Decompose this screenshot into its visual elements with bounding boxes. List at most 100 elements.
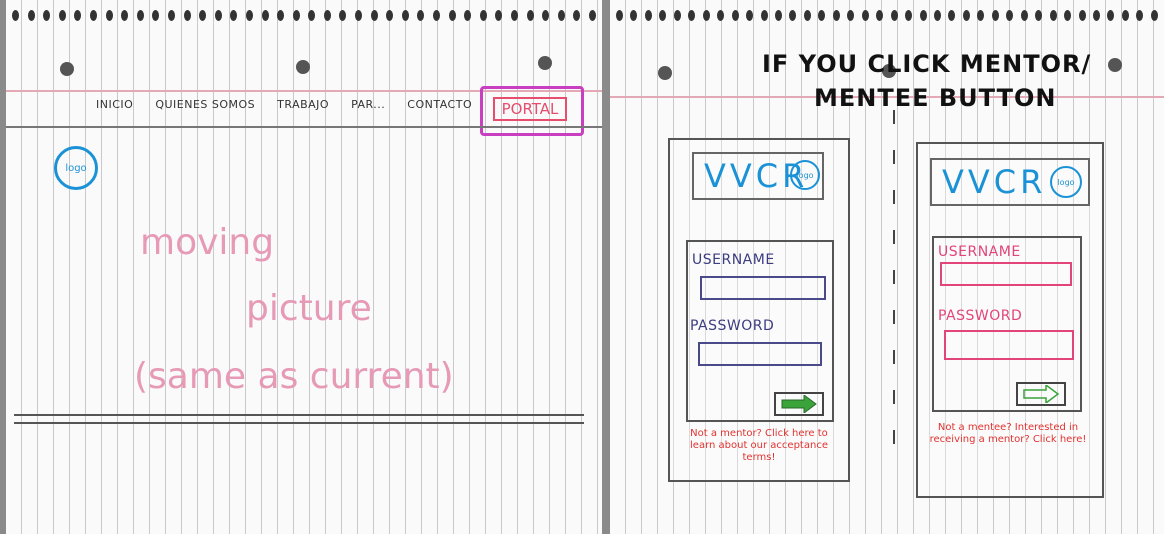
- binder-hole: [296, 60, 310, 74]
- login-form: USERNAME PASSWORD: [686, 240, 834, 422]
- spiral-ring: [152, 10, 160, 21]
- mentee-login-card: VVCR logo USERNAME PASSWORD Not a mentee…: [916, 142, 1104, 498]
- spiral-binding: [12, 10, 596, 22]
- spiral-ring: [261, 10, 269, 21]
- spiral-ring: [717, 10, 725, 21]
- spiral-ring: [355, 10, 363, 21]
- spiral-ring: [890, 10, 898, 21]
- nav-underline: [6, 126, 602, 128]
- password-input[interactable]: [944, 330, 1074, 360]
- spiral-ring: [121, 10, 129, 21]
- username-input[interactable]: [700, 276, 826, 300]
- hero-text-line-3: (same as current): [134, 356, 454, 397]
- spiral-ring: [588, 10, 596, 21]
- spiral-ring: [479, 10, 487, 21]
- spiral-ring: [905, 10, 913, 21]
- spiral-ring: [847, 10, 855, 21]
- spiral-ring: [58, 10, 66, 21]
- brand-name: VVCR: [942, 163, 1047, 201]
- password-input[interactable]: [698, 342, 822, 366]
- spiral-ring: [1006, 10, 1014, 21]
- portal-button-label: PORTAL: [493, 97, 567, 121]
- spiral-ring: [731, 10, 739, 21]
- homepage-sketch: INICIO QUIENES SOMOS TRABAJO PAR... CONT…: [6, 0, 602, 534]
- spiral-ring: [746, 10, 754, 21]
- hero-bottom-rule: [14, 422, 584, 424]
- mentee-info-link[interactable]: Not a mentee? Interested in receiving a …: [924, 422, 1092, 446]
- username-input[interactable]: [940, 262, 1072, 286]
- mentor-login-card: VVCR logo USERNAME PASSWORD Not a mentor…: [668, 138, 850, 482]
- nav-bar: INICIO QUIENES SOMOS TRABAJO PAR... CONT…: [66, 98, 472, 111]
- spiral-ring: [803, 10, 811, 21]
- spiral-ring: [1121, 10, 1129, 21]
- spiral-ring: [760, 10, 768, 21]
- arrow-right-icon: [1023, 385, 1060, 403]
- heading-line-1: IF YOU CLICK MENTOR/: [762, 50, 1092, 78]
- spiral-ring: [1078, 10, 1086, 21]
- spiral-ring: [199, 10, 207, 21]
- spiral-ring: [386, 10, 394, 21]
- login-form: USERNAME PASSWORD: [932, 236, 1082, 412]
- username-label: USERNAME: [692, 252, 775, 268]
- spiral-ring: [557, 10, 565, 21]
- nav-item-par[interactable]: PAR...: [351, 98, 385, 111]
- nav-item-trabajo[interactable]: TRABAJO: [277, 98, 329, 111]
- spiral-ring: [1092, 10, 1100, 21]
- spiral-ring: [688, 10, 696, 21]
- spiral-ring: [214, 10, 222, 21]
- binder-hole: [538, 56, 552, 70]
- spiral-ring: [818, 10, 826, 21]
- spiral-ring: [1035, 10, 1043, 21]
- spiral-ring: [616, 10, 623, 21]
- spiral-ring: [167, 10, 175, 21]
- spiral-ring: [526, 10, 534, 21]
- spiral-ring: [136, 10, 144, 21]
- spiral-ring: [448, 10, 456, 21]
- spiral-ring: [630, 10, 638, 21]
- spiral-ring: [861, 10, 869, 21]
- brand-box: VVCR logo: [692, 152, 824, 200]
- submit-button[interactable]: [1016, 382, 1066, 406]
- spiral-ring: [323, 10, 331, 21]
- spiral-ring: [832, 10, 840, 21]
- spiral-ring: [495, 10, 503, 21]
- spiral-ring: [876, 10, 884, 21]
- spiral-ring: [183, 10, 191, 21]
- spiral-ring: [1020, 10, 1028, 21]
- spiral-ring: [1150, 10, 1158, 21]
- spiral-ring: [1064, 10, 1072, 21]
- password-label: PASSWORD: [690, 318, 775, 334]
- submit-button[interactable]: [774, 392, 824, 416]
- spiral-ring: [962, 10, 970, 21]
- spiral-ring: [89, 10, 97, 21]
- password-label: PASSWORD: [938, 308, 1023, 324]
- nav-item-quienes-somos[interactable]: QUIENES SOMOS: [155, 98, 255, 111]
- spiral-ring: [370, 10, 378, 21]
- portal-button[interactable]: PORTAL: [480, 86, 584, 136]
- logo-icon[interactable]: logo: [54, 146, 98, 190]
- spiral-ring: [27, 10, 35, 21]
- spiral-ring: [919, 10, 927, 21]
- spiral-ring: [292, 10, 300, 21]
- spiral-ring: [659, 10, 667, 21]
- binder-hole: [658, 66, 672, 80]
- heading-line-2: MENTEE BUTTON: [814, 84, 1057, 112]
- hero-bottom-rule: [14, 414, 584, 416]
- nav-item-contacto[interactable]: CONTACTO: [407, 98, 472, 111]
- spiral-ring: [948, 10, 956, 21]
- mentor-info-link[interactable]: Not a mentor? Click here to learn about …: [678, 428, 840, 464]
- spiral-ring: [74, 10, 82, 21]
- spiral-ring: [644, 10, 652, 21]
- spiral-ring: [401, 10, 409, 21]
- spiral-ring: [277, 10, 285, 21]
- spiral-ring: [977, 10, 985, 21]
- spiral-ring: [702, 10, 710, 21]
- nav-item-inicio[interactable]: INICIO: [96, 98, 133, 111]
- spiral-ring: [308, 10, 316, 21]
- logo-icon: logo: [790, 160, 820, 190]
- spiral-ring: [105, 10, 113, 21]
- login-sketch: IF YOU CLICK MENTOR/ MENTEE BUTTON VVCR …: [610, 0, 1164, 534]
- spiral-ring: [43, 10, 51, 21]
- spiral-ring: [933, 10, 941, 21]
- spiral-ring: [1049, 10, 1057, 21]
